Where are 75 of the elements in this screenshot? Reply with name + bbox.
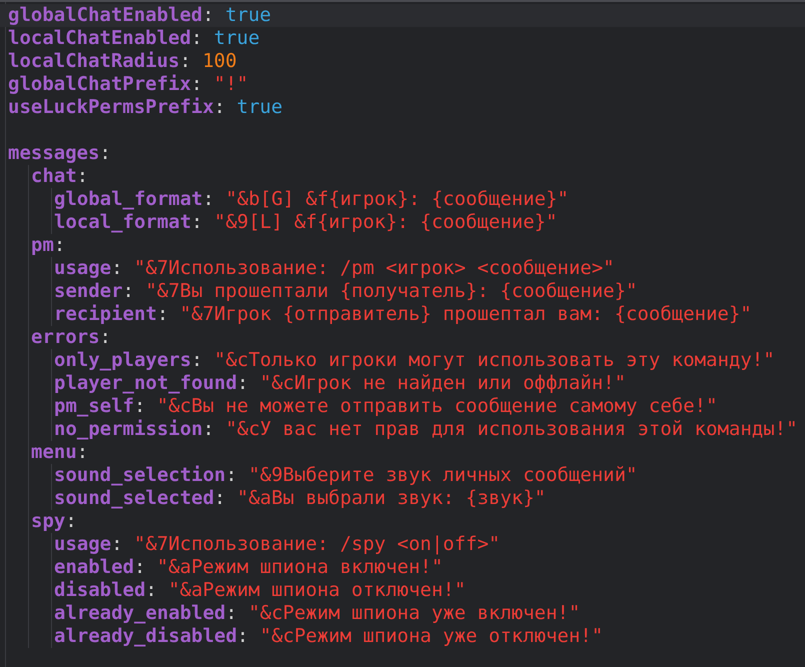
yaml-key: enabled bbox=[54, 556, 134, 579]
yaml-value: "&7Вы прошептали {получатель}: {сообщение}" bbox=[145, 280, 638, 303]
colon-mark: : bbox=[237, 372, 248, 395]
yaml-key: no_permission bbox=[54, 418, 203, 441]
yaml-key: global_format bbox=[54, 188, 203, 211]
yaml-value: "&aРежим шпиона включен!" bbox=[156, 556, 443, 579]
colon-mark: : bbox=[226, 602, 238, 625]
colon-mark: : bbox=[214, 96, 226, 119]
yaml-key: disabled bbox=[54, 579, 146, 602]
yaml-key: pm_self bbox=[54, 395, 134, 418]
yaml-key: sender bbox=[54, 280, 123, 303]
yaml-value: "&7Использование: /spy <on|off>" bbox=[134, 533, 500, 556]
yaml-key: menu bbox=[31, 441, 77, 464]
yaml-key: player_not_found bbox=[54, 372, 238, 395]
colon-mark: : bbox=[76, 441, 88, 464]
colon-mark: : bbox=[146, 579, 157, 602]
colon-mark: : bbox=[76, 165, 88, 188]
yaml-key: localChatEnabled bbox=[8, 27, 192, 50]
yaml-key: spy bbox=[31, 510, 66, 533]
yaml-key: chat bbox=[31, 165, 77, 188]
yaml-value: "!" bbox=[214, 73, 248, 96]
colon-mark: : bbox=[191, 211, 203, 234]
colon-mark: : bbox=[100, 326, 112, 349]
yaml-key: messages bbox=[8, 142, 100, 165]
yaml-key: pm bbox=[31, 234, 54, 257]
colon-mark: : bbox=[122, 280, 134, 303]
yaml-value: "&9[L] &f{игрок}: {сообщение}" bbox=[214, 211, 558, 234]
yaml-value: true bbox=[225, 4, 272, 27]
colon-mark: : bbox=[237, 625, 248, 648]
yaml-key: globalChatPrefix bbox=[8, 73, 192, 96]
yaml-value: "&7Использование: /pm <игрок> <сообщение>" bbox=[134, 257, 614, 280]
yaml-value: "&cИгрок не найден или оффлайн!" bbox=[260, 372, 626, 395]
colon-mark: : bbox=[134, 556, 146, 579]
yaml-key: sound_selected bbox=[54, 487, 214, 510]
colon-mark: : bbox=[111, 257, 123, 280]
yaml-value: true bbox=[236, 96, 283, 119]
yaml-key: localChatRadius bbox=[8, 50, 180, 73]
yaml-key: already_enabled bbox=[54, 602, 226, 625]
yaml-value: "&7Игрок {отправитель} прошептал вам: {сообщение}" bbox=[180, 303, 752, 326]
yaml-key: useLuckPermsPrefix bbox=[8, 96, 214, 119]
yaml-value: true bbox=[214, 27, 260, 50]
yaml-value: "&b[G] &f{игрок}: {сообщение}" bbox=[226, 188, 569, 211]
colon-mark: : bbox=[226, 464, 238, 487]
yaml-key: sound_selection bbox=[54, 464, 226, 487]
yaml-value: "&aВы выбрали звук: {звук}" bbox=[237, 487, 546, 510]
yaml-value: "&cРежим шпиона уже включен!" bbox=[248, 602, 580, 625]
yaml-key: already_disabled bbox=[54, 625, 238, 648]
colon-mark: : bbox=[191, 349, 203, 372]
colon-mark: : bbox=[202, 418, 214, 441]
yaml-key: usage bbox=[54, 533, 112, 556]
yaml-value: 100 bbox=[202, 50, 237, 73]
colon-mark: : bbox=[134, 395, 146, 418]
yaml-key: local_format bbox=[54, 211, 192, 234]
yaml-value: "&cУ вас нет прав для использования этой команды!" bbox=[226, 418, 798, 441]
yaml-value: "&9Выберите звук личных сообщений" bbox=[248, 464, 638, 487]
yaml-key: usage bbox=[54, 257, 112, 280]
yaml-value: "&cТолько игроки могут использовать эту команду!" bbox=[214, 349, 775, 372]
colon-mark: : bbox=[214, 487, 226, 510]
colon-mark: : bbox=[191, 73, 202, 96]
colon-mark: : bbox=[191, 27, 202, 50]
yaml-key: recipient bbox=[54, 303, 157, 326]
colon-mark: : bbox=[111, 533, 123, 556]
yaml-value: "&aРежим шпиона отключен!" bbox=[168, 579, 466, 602]
colon-mark: : bbox=[65, 510, 77, 533]
colon-mark: : bbox=[202, 188, 214, 211]
colon-mark: : bbox=[156, 303, 168, 326]
colon-mark: : bbox=[180, 50, 192, 73]
colon-mark: : bbox=[54, 234, 66, 257]
yaml-key: globalChatEnabled bbox=[8, 4, 202, 27]
yaml-key: errors bbox=[31, 326, 100, 349]
yaml-key: only_players bbox=[54, 349, 192, 372]
colon-mark: : bbox=[100, 142, 111, 165]
colon-mark: : bbox=[202, 4, 214, 27]
yaml-value: "&cВы не можете отправить сообщение самому себе!" bbox=[156, 395, 718, 418]
yaml-value: "&cРежим шпиона уже отключен!" bbox=[260, 625, 604, 648]
